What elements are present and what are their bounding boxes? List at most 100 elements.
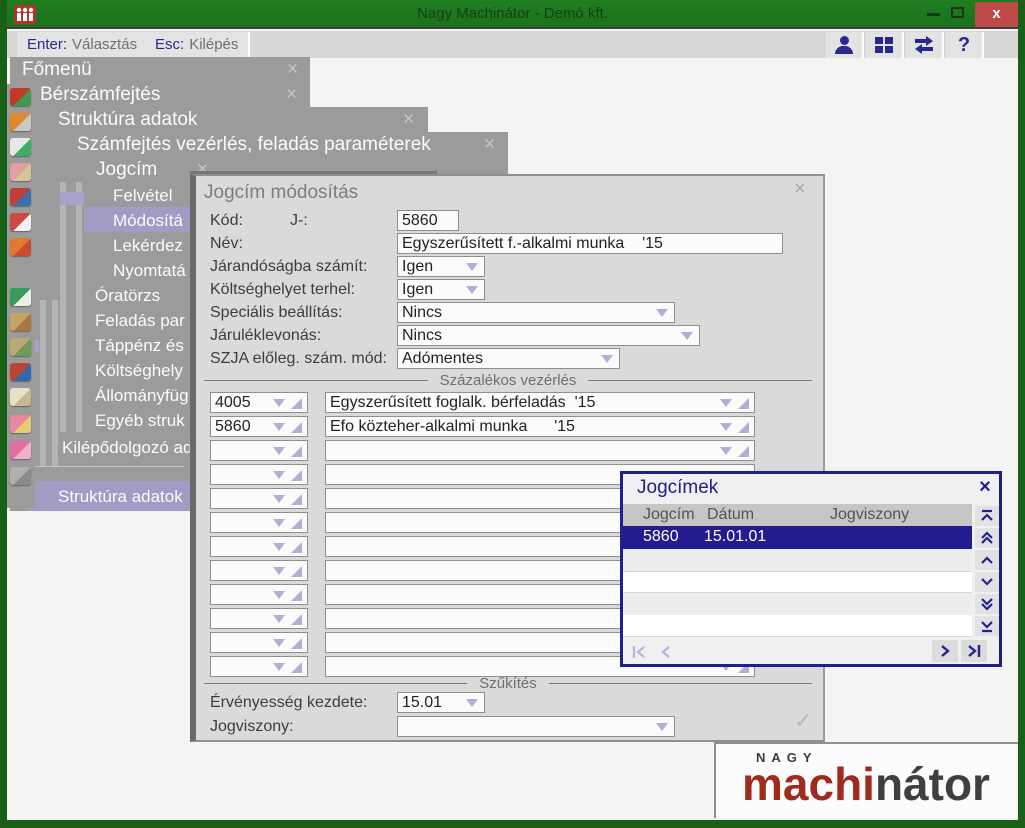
- row-down-button[interactable]: [975, 572, 999, 592]
- dropdown-arrow-icon: [656, 309, 668, 317]
- section-filter-title: Szűkítés: [479, 675, 537, 692]
- percent-row-code-combo[interactable]: 5860: [210, 416, 308, 437]
- maximize-button[interactable]: [951, 7, 964, 18]
- percent-row-code-combo[interactable]: [210, 536, 308, 557]
- scroll-top-button[interactable]: [975, 506, 999, 526]
- corner-handle-icon: [291, 494, 302, 505]
- esc-key-label: Esc:: [155, 36, 184, 53]
- folder-cash-icon[interactable]: [10, 138, 31, 156]
- table-row-empty[interactable]: [623, 615, 972, 637]
- menu-item-kilepodolgozo[interactable]: Kilépődolgozó ad: [62, 438, 192, 458]
- percent-row-code-combo[interactable]: [210, 608, 308, 629]
- help-button[interactable]: ?: [946, 32, 984, 58]
- menu-title-fomenu[interactable]: Főmenü: [22, 59, 92, 81]
- switch-button[interactable]: [906, 32, 944, 58]
- book-icon[interactable]: [10, 288, 31, 306]
- percent-row-code-combo[interactable]: [210, 440, 308, 461]
- prev-column-button[interactable]: [655, 641, 677, 662]
- brand-rest: nátor: [875, 758, 990, 810]
- menu-item-struktura-adatok[interactable]: Struktúra adatok: [58, 487, 183, 507]
- column-jogviszony[interactable]: Jogviszony: [830, 506, 909, 524]
- receipt-icon[interactable]: [10, 213, 31, 231]
- percent-row-code-combo[interactable]: 4005: [210, 392, 308, 413]
- mail-icon[interactable]: [10, 388, 31, 406]
- modules-grid-icon: [875, 37, 893, 53]
- kod-input[interactable]: 5860: [397, 210, 459, 231]
- user-button[interactable]: [826, 32, 864, 58]
- scroll-bottom-button[interactable]: [975, 616, 999, 636]
- percent-row-code-combo[interactable]: [210, 584, 308, 605]
- menu-title-berszamfejtes[interactable]: Bérszámfejtés: [40, 84, 160, 106]
- specialis-dropdown[interactable]: Nincs: [397, 302, 675, 323]
- table-row-empty[interactable]: [623, 549, 972, 571]
- percent-row-name-combo[interactable]: [325, 440, 755, 461]
- register-icon[interactable]: [10, 188, 31, 206]
- table-row-selected[interactable]: 5860 15.01.01: [623, 526, 972, 549]
- menu-item-nyomtatas[interactable]: Nyomtatá: [113, 261, 186, 281]
- close-icon[interactable]: ×: [287, 60, 298, 79]
- menu-item-koltseghely[interactable]: Költséghely: [95, 361, 183, 381]
- jarulek-dropdown[interactable]: Nincs: [397, 325, 700, 346]
- basket-icon[interactable]: [10, 88, 31, 106]
- double-chevron-down-icon: [979, 596, 995, 612]
- page-up-button[interactable]: [975, 528, 999, 548]
- menu-item-modositas[interactable]: Módosítá: [113, 211, 183, 231]
- close-icon[interactable]: ×: [286, 85, 297, 104]
- page-down-button[interactable]: [975, 594, 999, 614]
- menu-item-feladas[interactable]: Feladás par: [95, 311, 185, 331]
- folder-icon[interactable]: [10, 238, 31, 256]
- title-bar: Nagy Machinátor - Demó kft. x: [0, 0, 1025, 29]
- gears-icon[interactable]: [10, 467, 31, 485]
- jarandosag-dropdown[interactable]: Igen: [397, 256, 485, 277]
- percent-row-code-combo[interactable]: [210, 488, 308, 509]
- menu-title-jogcim[interactable]: Jogcím: [96, 159, 157, 181]
- menu-item-tappenz[interactable]: Táppénz és: [95, 336, 184, 356]
- coins-icon[interactable]: [10, 163, 31, 181]
- cart-icon[interactable]: [10, 113, 31, 131]
- people-icon[interactable]: [10, 415, 31, 433]
- house-icon[interactable]: [10, 363, 31, 381]
- minimize-button[interactable]: [927, 13, 940, 16]
- popup-close-icon[interactable]: ×: [973, 475, 997, 499]
- dice-icon[interactable]: [10, 441, 31, 459]
- percent-row-name-combo[interactable]: Efo közteher-alkalmi munka '15: [325, 416, 755, 437]
- next-column-button[interactable]: [932, 640, 958, 662]
- last-column-button[interactable]: [961, 640, 987, 662]
- modules-button[interactable]: [866, 32, 904, 58]
- percent-row-code-combo[interactable]: [210, 560, 308, 581]
- first-column-button[interactable]: [629, 641, 651, 662]
- nev-input[interactable]: Egyszerűsített f.-alkalmi munka '15: [397, 233, 783, 254]
- jogviszony-dropdown[interactable]: [397, 716, 675, 737]
- close-button[interactable]: x: [975, 2, 1018, 27]
- percent-row-code-combo[interactable]: [210, 464, 308, 485]
- close-icon[interactable]: ×: [484, 135, 495, 154]
- percent-row-code-combo[interactable]: [210, 632, 308, 653]
- dialog-close-icon[interactable]: ×: [794, 178, 806, 201]
- ervenyesseg-dropdown[interactable]: 15.01: [397, 692, 485, 713]
- percent-row-name-combo[interactable]: Egyszerűsített foglalk. bérfeladás '15: [325, 392, 755, 413]
- package-icon[interactable]: [10, 313, 31, 331]
- kod-label: Kód:: [210, 212, 243, 230]
- menu-title-szamfejtes[interactable]: Számfejtés vezérlés, feladás paraméterek: [77, 134, 431, 156]
- menu-item-felvetel[interactable]: Felvétel: [113, 186, 173, 206]
- table-row-empty[interactable]: [623, 593, 972, 615]
- menu-item-allomanyfuggo[interactable]: Állományfüg: [95, 386, 189, 406]
- help-icon: ?: [958, 34, 970, 57]
- koltseghely-dropdown[interactable]: Igen: [397, 279, 485, 300]
- close-icon[interactable]: ×: [403, 110, 414, 129]
- menu-item-egyeb[interactable]: Egyéb struk: [95, 411, 185, 431]
- percent-row-code-combo[interactable]: [210, 512, 308, 533]
- menu-item-lekerdezes[interactable]: Lekérdez: [113, 236, 183, 256]
- column-jogcim[interactable]: Jogcím: [643, 506, 695, 524]
- table-row-empty[interactable]: [623, 571, 972, 593]
- confirm-check-icon[interactable]: ✓: [794, 708, 812, 734]
- percent-row-code-combo[interactable]: [210, 656, 308, 677]
- money-icon[interactable]: [10, 338, 31, 356]
- esc-exit-button[interactable]: Esc: Kilépés: [145, 32, 250, 57]
- row-up-button[interactable]: [975, 550, 999, 570]
- szja-dropdown[interactable]: Adómentes: [397, 348, 620, 369]
- menu-title-struktura[interactable]: Struktúra adatok: [58, 109, 197, 131]
- column-datum[interactable]: Dátum: [707, 506, 754, 524]
- menu-item-oratorzs[interactable]: Óratörzs: [95, 286, 160, 306]
- enter-select-button[interactable]: Enter: Választás: [17, 32, 149, 57]
